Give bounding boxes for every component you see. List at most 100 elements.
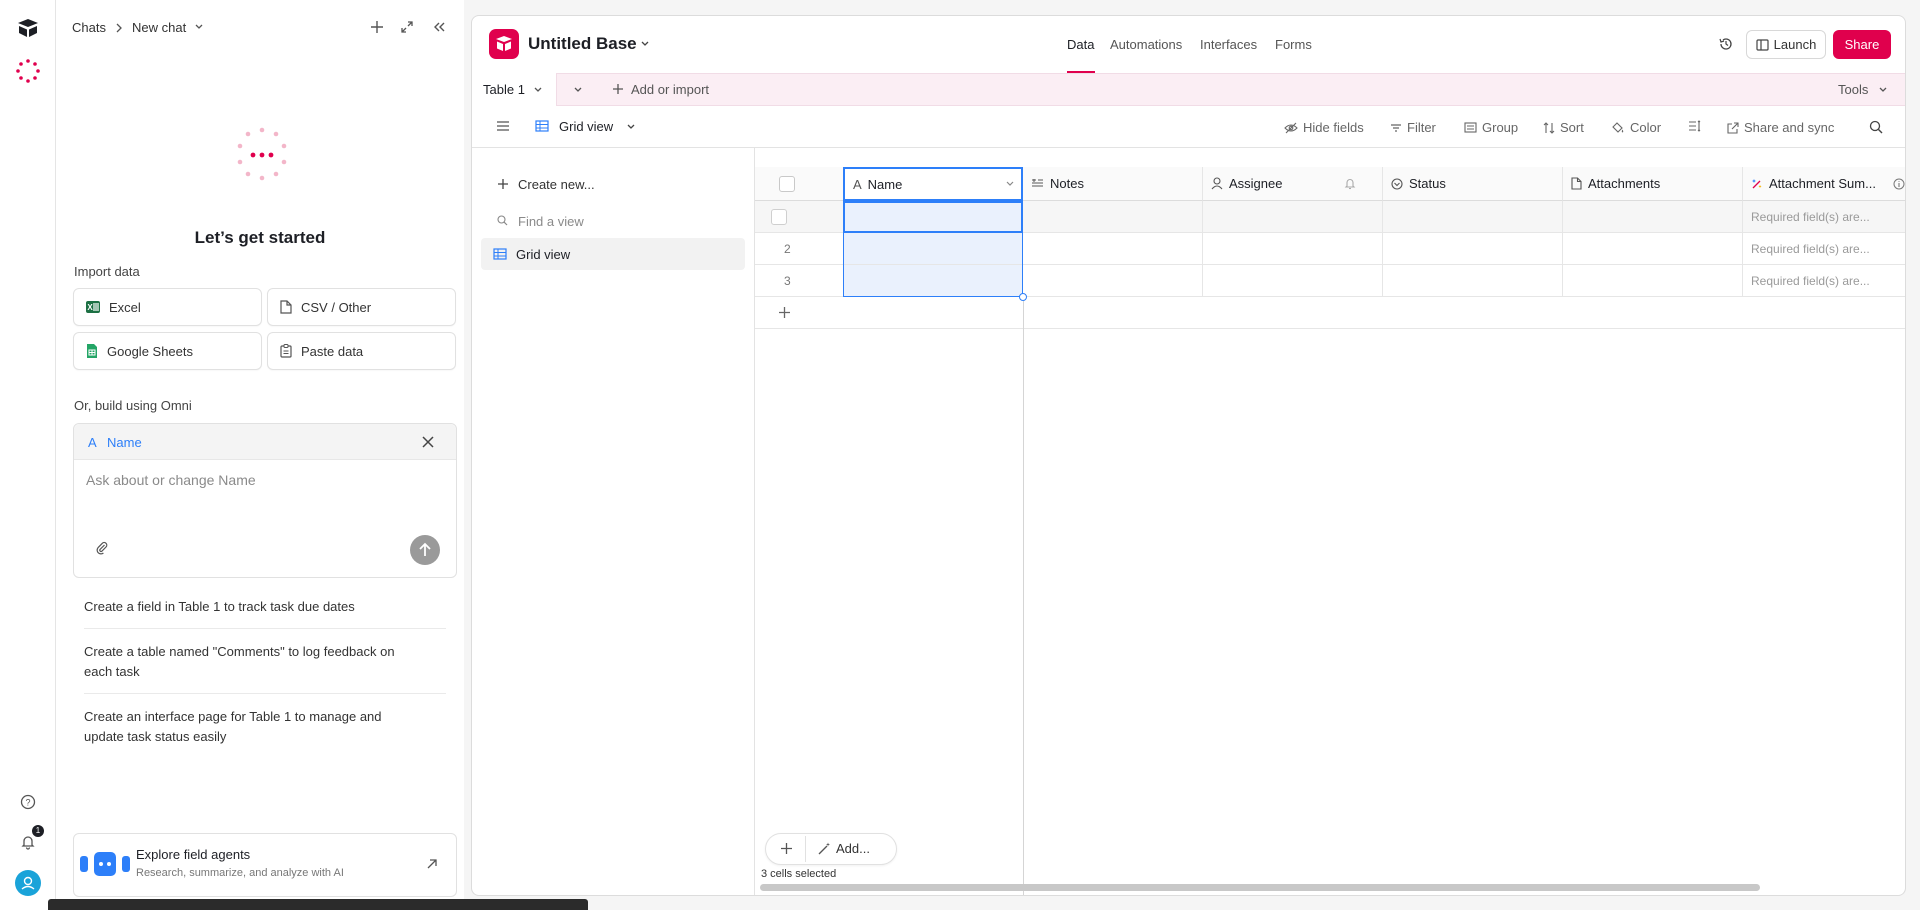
sort-button[interactable]: Sort — [1543, 120, 1584, 135]
tab-data[interactable]: Data — [1067, 37, 1094, 52]
group-button[interactable]: Group — [1464, 120, 1518, 135]
new-chat-plus-icon[interactable] — [370, 20, 384, 34]
column-header-status[interactable]: Status — [1383, 167, 1563, 201]
omni-spinner-icon[interactable] — [15, 58, 41, 84]
plus-icon[interactable] — [612, 83, 624, 95]
airtable-logo-icon[interactable] — [17, 18, 39, 38]
plus-icon[interactable] — [497, 178, 509, 190]
chevron-down-icon[interactable] — [640, 40, 650, 48]
chevron-down-icon[interactable] — [1005, 180, 1015, 188]
notification-bell-icon[interactable] — [20, 834, 36, 850]
row-height-icon[interactable] — [1688, 120, 1702, 132]
svg-text:?: ? — [25, 798, 30, 808]
select-all-checkbox[interactable] — [779, 175, 795, 192]
name-cell-selected[interactable] — [843, 265, 1023, 297]
assignee-cell[interactable] — [1203, 201, 1383, 233]
explore-field-agents-card[interactable]: Explore field agents Research, summarize… — [73, 833, 457, 897]
attachments-cell[interactable] — [1563, 265, 1743, 297]
history-icon[interactable] — [1718, 36, 1734, 52]
info-icon[interactable] — [1893, 178, 1905, 190]
page-title: Let’s get started — [194, 228, 326, 247]
add-button[interactable]: Add... — [836, 841, 870, 856]
close-icon[interactable] — [422, 436, 434, 448]
attachment-summary-cell[interactable]: Required field(s) are... — [1743, 233, 1905, 265]
suggestion-item[interactable]: Create a table named "Comments" to log f… — [84, 642, 424, 682]
chat-title-dropdown[interactable]: New chat — [132, 20, 186, 35]
view-switcher[interactable]: Grid view — [559, 119, 613, 134]
sidebar-item-label[interactable]: Grid view — [516, 247, 570, 262]
column-header-attachment-summary[interactable]: Attachment Sum... — [1743, 167, 1905, 201]
chevron-down-icon[interactable] — [533, 86, 543, 94]
row-number-cell[interactable]: 2 — [755, 233, 843, 265]
create-new-view[interactable]: Create new... — [518, 177, 595, 192]
notification-bell-icon[interactable] — [1344, 177, 1356, 190]
suggestion-item[interactable]: Create a field in Table 1 to track task … — [84, 597, 424, 617]
attach-paperclip-icon[interactable] — [95, 541, 109, 555]
all-tables-chevron-icon[interactable] — [573, 86, 583, 94]
assignee-cell[interactable] — [1203, 233, 1383, 265]
explore-title: Explore field agents — [136, 847, 251, 862]
import-excel-button[interactable]: X Excel — [73, 288, 262, 326]
ai-field-icon — [1752, 178, 1762, 188]
base-logo-icon[interactable] — [489, 29, 519, 59]
file-icon — [1571, 177, 1582, 190]
tab-forms[interactable]: Forms — [1275, 37, 1312, 52]
send-button[interactable] — [410, 535, 440, 565]
column-header-name[interactable]: A Name — [843, 167, 1023, 201]
row-number-cell[interactable] — [755, 201, 843, 233]
search-icon[interactable] — [1869, 120, 1883, 134]
notes-cell[interactable] — [1023, 201, 1203, 233]
user-avatar-icon[interactable] — [15, 870, 41, 896]
import-csv-button[interactable]: CSV / Other — [267, 288, 456, 326]
collapse-panel-icon[interactable] — [432, 20, 446, 34]
suggestion-item[interactable]: Create an interface page for Table 1 to … — [84, 707, 424, 747]
launch-button[interactable]: Launch — [1746, 30, 1826, 59]
plus-icon[interactable] — [778, 306, 791, 319]
add-row[interactable] — [755, 297, 1905, 329]
paste-data-button[interactable]: Paste data — [267, 332, 456, 370]
column-header-assignee[interactable]: Assignee — [1203, 167, 1383, 201]
help-icon[interactable]: ? — [20, 794, 36, 810]
prompt-input[interactable]: Ask about or change Name — [86, 472, 446, 488]
table-tab-label[interactable]: Table 1 — [483, 82, 525, 97]
chats-breadcrumb-link[interactable]: Chats — [72, 20, 106, 35]
hamburger-menu-icon[interactable] — [496, 120, 510, 132]
tools-menu[interactable]: Tools — [1838, 82, 1868, 97]
assignee-cell[interactable] — [1203, 265, 1383, 297]
import-google-sheets-button[interactable]: Google Sheets — [73, 332, 262, 370]
notes-cell[interactable] — [1023, 233, 1203, 265]
chevron-down-icon[interactable] — [1878, 86, 1888, 94]
chevron-down-icon[interactable] — [194, 23, 204, 31]
attachment-summary-cell[interactable]: Required field(s) are... — [1743, 265, 1905, 297]
add-or-import-button[interactable]: Add or import — [631, 82, 709, 97]
attachments-cell[interactable] — [1563, 201, 1743, 233]
notes-cell[interactable] — [1023, 265, 1203, 297]
filter-button[interactable]: Filter — [1390, 120, 1436, 135]
hide-fields-button[interactable]: Hide fields — [1284, 120, 1364, 135]
share-and-sync-button[interactable]: Share and sync — [1727, 120, 1834, 135]
column-header-attachments[interactable]: Attachments — [1563, 167, 1743, 201]
find-view-input[interactable]: Find a view — [518, 214, 584, 229]
tab-automations[interactable]: Automations — [1110, 37, 1182, 52]
column-header-notes[interactable]: Notes — [1023, 167, 1203, 201]
status-cell[interactable] — [1383, 265, 1563, 297]
horizontal-scrollbar[interactable] — [760, 884, 1760, 891]
magic-wand-icon[interactable] — [818, 842, 831, 855]
color-button[interactable]: Color — [1611, 120, 1661, 135]
status-cell[interactable] — [1383, 201, 1563, 233]
plus-icon[interactable] — [780, 842, 793, 855]
name-cell-selected[interactable] — [843, 201, 1023, 233]
hide-fields-label: Hide fields — [1303, 120, 1364, 135]
chevron-down-icon[interactable] — [626, 123, 636, 131]
attachment-summary-cell[interactable]: Required field(s) are... — [1743, 201, 1905, 233]
expand-icon[interactable] — [400, 20, 414, 34]
row-checkbox[interactable] — [771, 209, 787, 225]
share-button[interactable]: Share — [1833, 30, 1891, 59]
base-title[interactable]: Untitled Base — [528, 34, 637, 54]
status-cell[interactable] — [1383, 233, 1563, 265]
row-number-cell[interactable]: 3 — [755, 265, 843, 297]
name-cell-selected[interactable] — [843, 233, 1023, 265]
attachments-cell[interactable] — [1563, 233, 1743, 265]
paint-bucket-icon — [1612, 122, 1624, 133]
tab-interfaces[interactable]: Interfaces — [1200, 37, 1257, 52]
